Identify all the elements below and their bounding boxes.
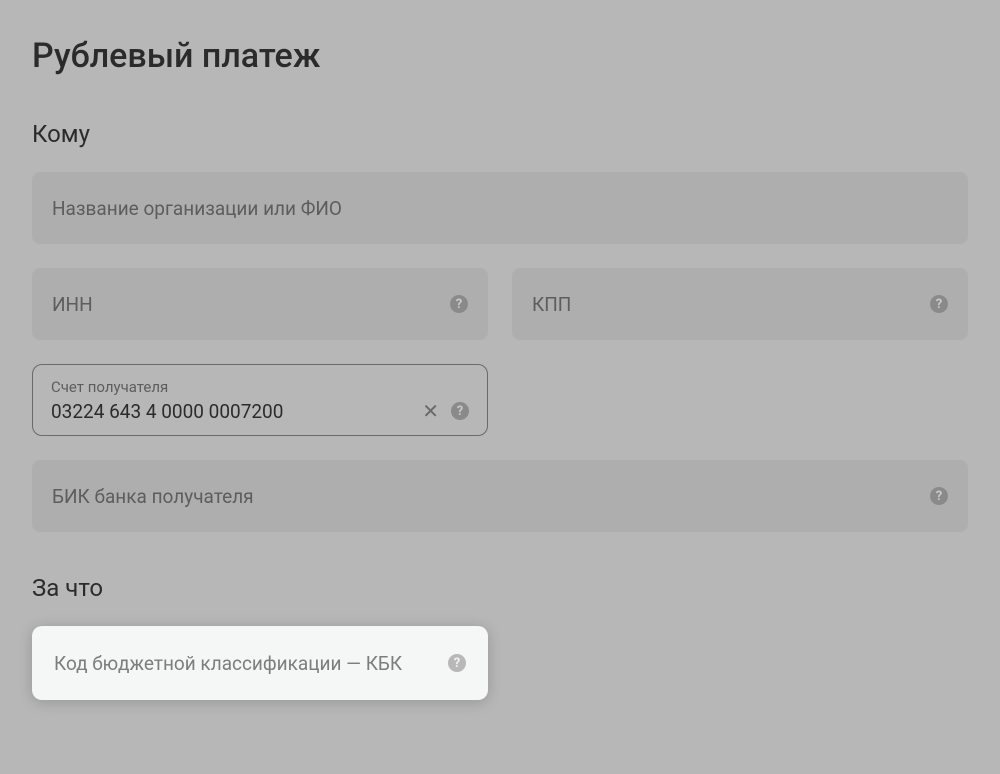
kbk-field[interactable]: Код бюджетной классификации — КБК ? [32,626,488,700]
section-title-to-whom: Кому [32,120,968,148]
kpp-field[interactable]: КПП ? [512,268,968,340]
account-label: Счет получателя [51,378,469,396]
org-name-field[interactable]: Название организации или ФИО [32,172,968,244]
clear-icon[interactable]: ✕ [422,401,439,421]
page-title: Рублевый платеж [32,36,968,76]
help-icon[interactable]: ? [450,295,468,313]
bik-placeholder: БИК банка получателя [52,485,930,508]
payment-form: Рублевый платеж Кому Название организаци… [0,0,1000,700]
kpp-placeholder: КПП [532,293,930,316]
help-icon[interactable]: ? [930,295,948,313]
help-icon[interactable]: ? [451,402,469,420]
kbk-placeholder: Код бюджетной классификации — КБК [54,652,448,675]
account-field[interactable]: Счет получателя 03224 643 4 0000 0007200… [32,364,488,436]
inn-field[interactable]: ИНН ? [32,268,488,340]
org-name-placeholder: Название организации или ФИО [52,197,948,220]
bik-field[interactable]: БИК банка получателя ? [32,460,968,532]
account-value: 03224 643 4 0000 0007200 [51,400,283,423]
help-icon[interactable]: ? [930,487,948,505]
inn-placeholder: ИНН [52,293,450,316]
help-icon[interactable]: ? [448,654,466,672]
section-title-for-what: За что [32,574,968,602]
